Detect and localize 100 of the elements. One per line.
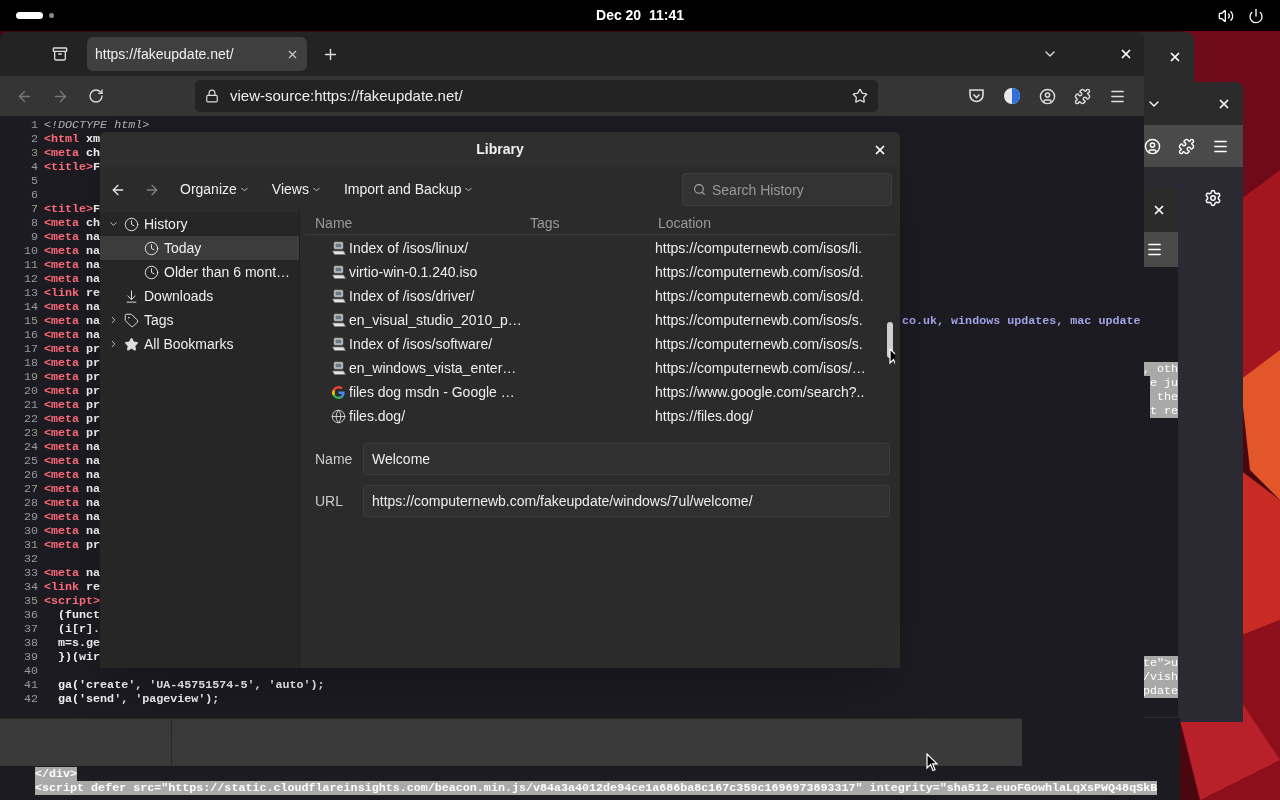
volume-icon[interactable] — [1218, 7, 1234, 24]
field-label: URL — [315, 491, 344, 511]
tree-item[interactable]: Older than 6 mont… — [100, 260, 299, 284]
line-number: 17 — [22, 342, 38, 356]
line-number: 4 — [30, 160, 38, 174]
code-text: <!DOCTYPE html> — [44, 118, 150, 132]
code-text: <meta na — [44, 244, 101, 258]
address-bar[interactable]: view-source:https://fakeupdate.net/ — [195, 80, 878, 112]
power-icon[interactable] — [1248, 7, 1264, 24]
tree-item[interactable]: Downloads — [100, 284, 299, 308]
settings-icon[interactable] — [1204, 189, 1222, 207]
tree-item[interactable]: Tags — [100, 308, 299, 332]
code-text: <meta na — [44, 230, 101, 244]
line-number: 15 — [22, 314, 38, 328]
history-row[interactable]: Index of /isos/driver/ https://computernewb.com/isos/d. — [305, 284, 895, 308]
code-text: <meta na — [44, 300, 101, 314]
menu-icon[interactable] — [1146, 241, 1163, 258]
tree-item[interactable]: History — [100, 212, 299, 236]
code-text: <meta na — [44, 454, 101, 468]
page-title: files.dog/ — [349, 406, 407, 426]
tag-icon — [124, 312, 139, 328]
tree-item[interactable]: Today — [100, 236, 299, 260]
line-number: 3 — [30, 146, 38, 160]
clock-icon — [144, 264, 159, 280]
tab-list-icon[interactable] — [52, 46, 68, 62]
history-row[interactable]: files.dog/ https://files.dog/ — [305, 404, 895, 428]
code-text: })(wir — [57, 650, 101, 664]
history-row[interactable]: Index of /isos/software/ https://computernewb.com/isos/s. — [305, 332, 895, 356]
reload-icon[interactable] — [88, 88, 104, 104]
page-location: https://www.google.com/search?.. — [655, 382, 865, 402]
line-number: 26 — [22, 468, 38, 482]
line-number: 40 — [22, 664, 38, 678]
highlighted-text: the — [1149, 390, 1178, 404]
name-field[interactable]: Welcome — [363, 443, 890, 475]
code-text: <meta na — [44, 496, 101, 510]
highlighted-text: </div> — [35, 767, 78, 781]
activities-indicator[interactable] — [16, 12, 54, 19]
close-icon[interactable] — [1119, 47, 1133, 61]
computer-icon — [331, 288, 346, 304]
line-number: 9 — [30, 230, 38, 244]
line-number: 11 — [22, 258, 38, 272]
code-text: <meta pr — [44, 342, 101, 356]
menu-button[interactable]: Views — [271, 179, 322, 200]
highlighted-text: e ju — [1149, 376, 1178, 390]
profile-icon[interactable] — [1039, 87, 1056, 105]
close-icon[interactable] — [1168, 50, 1182, 64]
code-text: (funct — [57, 608, 101, 622]
lock-icon — [205, 89, 219, 103]
page-title: Index of /isos/linux/ — [349, 238, 470, 258]
puzzle-icon[interactable] — [1074, 87, 1091, 105]
line-number: 10 — [22, 244, 38, 258]
code-text: <meta pr — [44, 370, 101, 384]
line-number: 1 — [30, 118, 38, 132]
browser-tab[interactable]: https://fakeupdate.net/ — [87, 37, 307, 71]
pocket-icon[interactable] — [968, 88, 985, 104]
url-field[interactable]: https://computernewb.com/fakeupdate/windows/7ul/welcome/ — [363, 485, 890, 517]
highlighted-text: <script defer src="https://static.cloudflareinsights.com/beacon.min.js/v84a3a4012de94ce1a686ba8c167c359c1696973893317" integrity="sha512-euoFGowhlaLqXsPWQ48qSkB — [35, 781, 1158, 795]
code-text: <meta pr — [44, 426, 101, 440]
line-number: 2 — [30, 132, 38, 146]
code-text: <link re — [44, 286, 101, 300]
computer-icon — [331, 312, 346, 328]
line-number: 8 — [30, 216, 38, 230]
code-text: <script> — [44, 594, 101, 608]
menu-button[interactable]: Organize — [180, 179, 250, 200]
line-number: 21 — [22, 398, 38, 412]
line-number: 31 — [22, 538, 38, 552]
code-text: <meta pr — [44, 384, 101, 398]
download-icon — [124, 288, 139, 304]
page-title: en_visual_studio_2010_p… — [349, 310, 523, 330]
star-icon[interactable] — [852, 88, 868, 104]
line-number: 23 — [22, 426, 38, 440]
line-number: 38 — [22, 636, 38, 650]
line-number: 36 — [22, 608, 38, 622]
page-location: https://computernewb.com/isos/s. — [655, 310, 863, 330]
computer-icon — [331, 336, 346, 352]
tree-item[interactable]: All Bookmarks — [100, 332, 299, 356]
code-text: <title>F — [44, 160, 101, 174]
page-title: virtio-win-0.1.240.iso — [349, 262, 479, 282]
code-text: <meta na — [44, 314, 101, 328]
code-text: <meta na — [44, 482, 101, 496]
history-row[interactable]: files dog msdn - Google … https://www.google.com/search?.. — [305, 380, 895, 404]
account-icon[interactable] — [1003, 87, 1021, 105]
computer-icon — [331, 360, 346, 376]
code-text: <meta ch — [44, 146, 101, 160]
code-text: <meta pr — [44, 356, 101, 370]
menu-button[interactable]: Import and Backup — [343, 179, 475, 200]
line-number: 16 — [22, 328, 38, 342]
code-text: <meta na — [44, 272, 101, 286]
clock[interactable]: Dec 20 11:41 — [596, 5, 684, 26]
page-location: https://computernewb.com/isos/d. — [655, 262, 864, 282]
history-row[interactable]: en_visual_studio_2010_p… https://computernewb.com/isos/s. — [305, 308, 895, 332]
mouse-pointer-icon — [926, 753, 938, 772]
page-title: Index of /isos/software/ — [349, 334, 494, 354]
history-row[interactable]: Index of /isos/linux/ https://computernewb.com/isos/li. — [305, 236, 895, 260]
page-title: en_windows_vista_enter… — [349, 358, 518, 378]
search-field[interactable]: Search History — [682, 173, 892, 206]
history-row[interactable]: virtio-win-0.1.240.iso https://computernewb.com/isos/d. — [305, 260, 895, 284]
line-number: 20 — [22, 384, 38, 398]
column-header: Tags — [530, 213, 561, 233]
page-location: https://computernewb.com/isos/li. — [655, 238, 862, 258]
